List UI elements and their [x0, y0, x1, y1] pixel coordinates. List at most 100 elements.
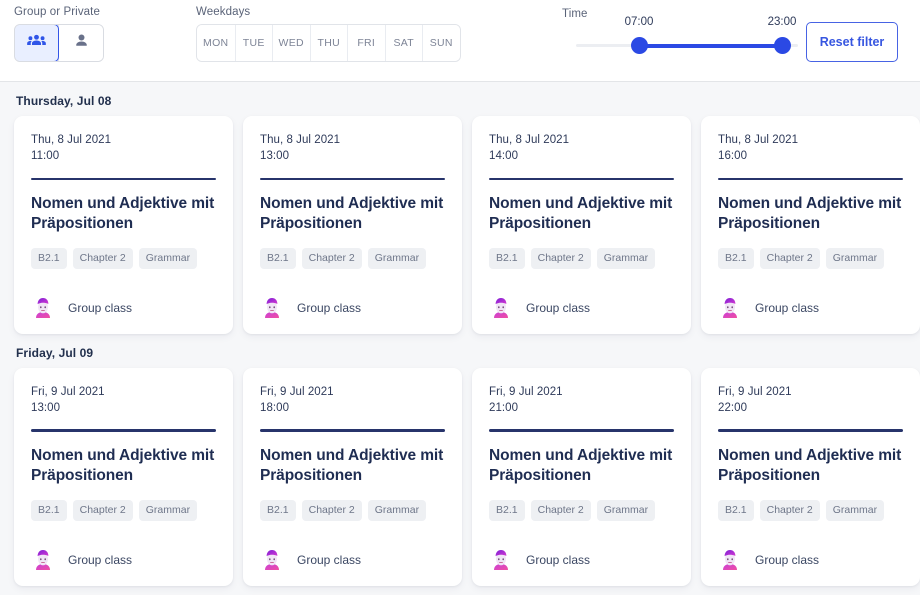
teacher-avatar	[489, 296, 513, 320]
tag-level: B2.1	[489, 247, 525, 269]
card-footer: Group class	[489, 296, 674, 320]
card-title: Nomen und Adjektive mit Präpositionen	[260, 195, 444, 232]
weekday-button-sat[interactable]: SAT	[384, 25, 422, 61]
card-footer: Group class	[489, 548, 674, 572]
card-accent-rule	[718, 177, 903, 181]
time-max-value: 23:00	[767, 16, 797, 28]
teacher-avatar	[718, 548, 742, 572]
tag-topic: Grammar	[367, 247, 427, 269]
day-group-thursday: Thursday, Jul 08 Thu, 8 Jul 2021 11:00 N…	[14, 82, 920, 334]
card-tags: B2.1 Chapter 2 Grammar	[260, 247, 445, 269]
tag-topic: Grammar	[367, 499, 427, 521]
tag-chapter: Chapter 2	[759, 499, 820, 521]
card-time-text: 18:00	[260, 402, 290, 415]
single-person-icon	[74, 33, 89, 53]
tag-topic: Grammar	[138, 499, 198, 521]
weekdays-label: Weekdays	[196, 6, 251, 18]
class-card[interactable]: Thu, 8 Jul 2021 14:00 Nomen und Adjektiv…	[472, 116, 691, 334]
weekday-button-sun[interactable]: SUN	[422, 25, 460, 61]
card-title: Nomen und Adjektive mit Präpositionen	[489, 195, 673, 232]
filter-time: Time 07:00 23:00	[562, 8, 802, 58]
card-title: Nomen und Adjektive mit Präpositionen	[31, 446, 215, 484]
teacher-avatar	[31, 296, 55, 320]
class-card[interactable]: Fri, 9 Jul 2021 13:00 Nomen und Adjektiv…	[14, 367, 233, 586]
card-class-type: Group class	[755, 552, 820, 567]
card-title: Nomen und Adjektive mit Präpositionen	[718, 446, 902, 484]
card-date-text: Thu, 8 Jul 2021	[31, 134, 112, 146]
class-card[interactable]: Fri, 9 Jul 2021 18:00 Nomen und Adjektiv…	[243, 367, 462, 586]
day-heading: Friday, Jul 09	[16, 345, 94, 360]
class-card[interactable]: Thu, 8 Jul 2021 13:00 Nomen und Adjektiv…	[243, 116, 462, 334]
card-date-text: Thu, 8 Jul 2021	[489, 134, 570, 146]
time-slider-max-handle[interactable]	[774, 37, 791, 54]
tag-chapter: Chapter 2	[301, 499, 362, 521]
card-date: Thu, 8 Jul 2021 16:00	[718, 132, 903, 165]
tag-level: B2.1	[489, 499, 525, 521]
card-accent-rule	[31, 429, 216, 432]
group-class-toggle-button[interactable]	[15, 25, 59, 61]
card-date: Fri, 9 Jul 2021 22:00	[718, 384, 903, 417]
time-min-value: 07:00	[624, 16, 654, 28]
card-tags: B2.1 Chapter 2 Grammar	[718, 247, 903, 269]
tag-topic: Grammar	[825, 247, 885, 269]
day-heading: Thursday, Jul 08	[16, 94, 112, 108]
time-slider-min-handle[interactable]	[631, 37, 648, 54]
weekday-toggle-group: MON TUE WED THU FRI SAT SUN	[196, 24, 461, 62]
card-date: Thu, 8 Jul 2021 14:00	[489, 132, 674, 165]
weekday-button-mon[interactable]: MON	[197, 25, 235, 61]
card-date: Thu, 8 Jul 2021 11:00	[31, 132, 216, 165]
card-title: Nomen und Adjektive mit Präpositionen	[489, 446, 673, 484]
tag-topic: Grammar	[825, 499, 885, 521]
time-range-slider[interactable]: 07:00 23:00	[576, 16, 798, 58]
card-date-text: Fri, 9 Jul 2021	[718, 385, 792, 398]
card-date-text: Fri, 9 Jul 2021	[489, 385, 563, 398]
weekday-button-tue[interactable]: TUE	[234, 25, 272, 61]
card-footer: Group class	[718, 548, 903, 572]
group-or-private-label: Group or Private	[14, 6, 100, 18]
card-class-type: Group class	[755, 300, 820, 315]
class-card[interactable]: Thu, 8 Jul 2021 11:00 Nomen und Adjektiv…	[14, 116, 233, 334]
card-title: Nomen und Adjektive mit Präpositionen	[718, 195, 902, 232]
weekday-button-thu[interactable]: THU	[309, 25, 347, 61]
reset-filter-button[interactable]: Reset filter	[806, 22, 898, 62]
card-time-text: 21:00	[489, 402, 519, 415]
card-class-type: Group class	[526, 552, 591, 567]
weekday-button-fri[interactable]: FRI	[347, 25, 385, 61]
card-accent-rule	[489, 177, 674, 181]
teacher-avatar	[260, 548, 284, 572]
class-card[interactable]: Fri, 9 Jul 2021 22:00 Nomen und Adjektiv…	[701, 367, 920, 586]
card-class-type: Group class	[68, 552, 133, 567]
card-footer: Group class	[31, 296, 216, 320]
card-time-text: 22:00	[718, 402, 748, 415]
class-schedule-list: Thursday, Jul 08 Thu, 8 Jul 2021 11:00 N…	[0, 82, 920, 595]
card-tags: B2.1 Chapter 2 Grammar	[31, 247, 216, 269]
group-private-segmented-control	[14, 24, 104, 62]
tag-chapter: Chapter 2	[530, 247, 591, 269]
card-tags: B2.1 Chapter 2 Grammar	[489, 499, 674, 521]
card-date: Fri, 9 Jul 2021 13:00	[31, 384, 216, 417]
card-title: Nomen und Adjektive mit Präpositionen	[31, 195, 215, 232]
tag-chapter: Chapter 2	[72, 247, 133, 269]
card-class-type: Group class	[297, 552, 362, 567]
private-class-toggle-button[interactable]	[58, 25, 103, 61]
day-card-row: Thu, 8 Jul 2021 11:00 Nomen und Adjektiv…	[14, 116, 920, 334]
class-card[interactable]: Fri, 9 Jul 2021 21:00 Nomen und Adjektiv…	[472, 367, 691, 586]
card-accent-rule	[718, 429, 903, 432]
card-accent-rule	[260, 177, 445, 181]
tag-topic: Grammar	[596, 247, 656, 269]
time-slider-values: 07:00 23:00	[576, 16, 798, 32]
card-footer: Group class	[260, 548, 445, 572]
card-tags: B2.1 Chapter 2 Grammar	[31, 499, 216, 521]
card-class-type: Group class	[68, 300, 133, 315]
card-title: Nomen und Adjektive mit Präpositionen	[260, 446, 444, 484]
tag-chapter: Chapter 2	[759, 247, 820, 269]
teacher-avatar	[31, 548, 55, 572]
card-class-type: Group class	[297, 300, 362, 315]
day-group-friday: Friday, Jul 09 Fri, 9 Jul 2021 13:00 Nom…	[14, 334, 920, 586]
card-date: Thu, 8 Jul 2021 13:00	[260, 132, 445, 165]
class-card[interactable]: Thu, 8 Jul 2021 16:00 Nomen und Adjektiv…	[701, 116, 920, 334]
teacher-avatar	[718, 296, 742, 320]
card-date-text: Fri, 9 Jul 2021	[260, 385, 334, 398]
card-date: Fri, 9 Jul 2021 18:00	[260, 384, 445, 417]
weekday-button-wed[interactable]: WED	[272, 25, 310, 61]
